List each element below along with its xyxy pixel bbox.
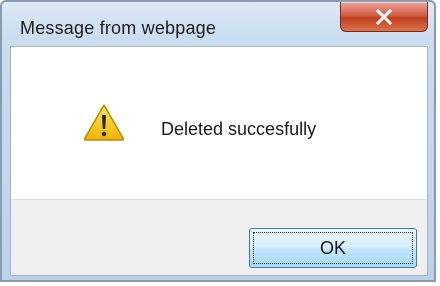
message-dialog: Message from webpage Deleted succesfully…	[0, 0, 436, 282]
ok-button[interactable]: OK	[249, 228, 417, 268]
dialog-body: Deleted succesfully OK	[10, 46, 428, 276]
close-button[interactable]	[340, 2, 428, 32]
button-bar: OK	[11, 199, 427, 275]
window-title: Message from webpage	[20, 18, 217, 38]
message-text: Deleted succesfully	[161, 119, 317, 139]
close-x-icon	[375, 8, 393, 25]
message-area: Deleted succesfully	[11, 47, 427, 199]
warning-icon	[83, 103, 125, 141]
title-bar[interactable]: Message from webpage	[2, 2, 434, 46]
